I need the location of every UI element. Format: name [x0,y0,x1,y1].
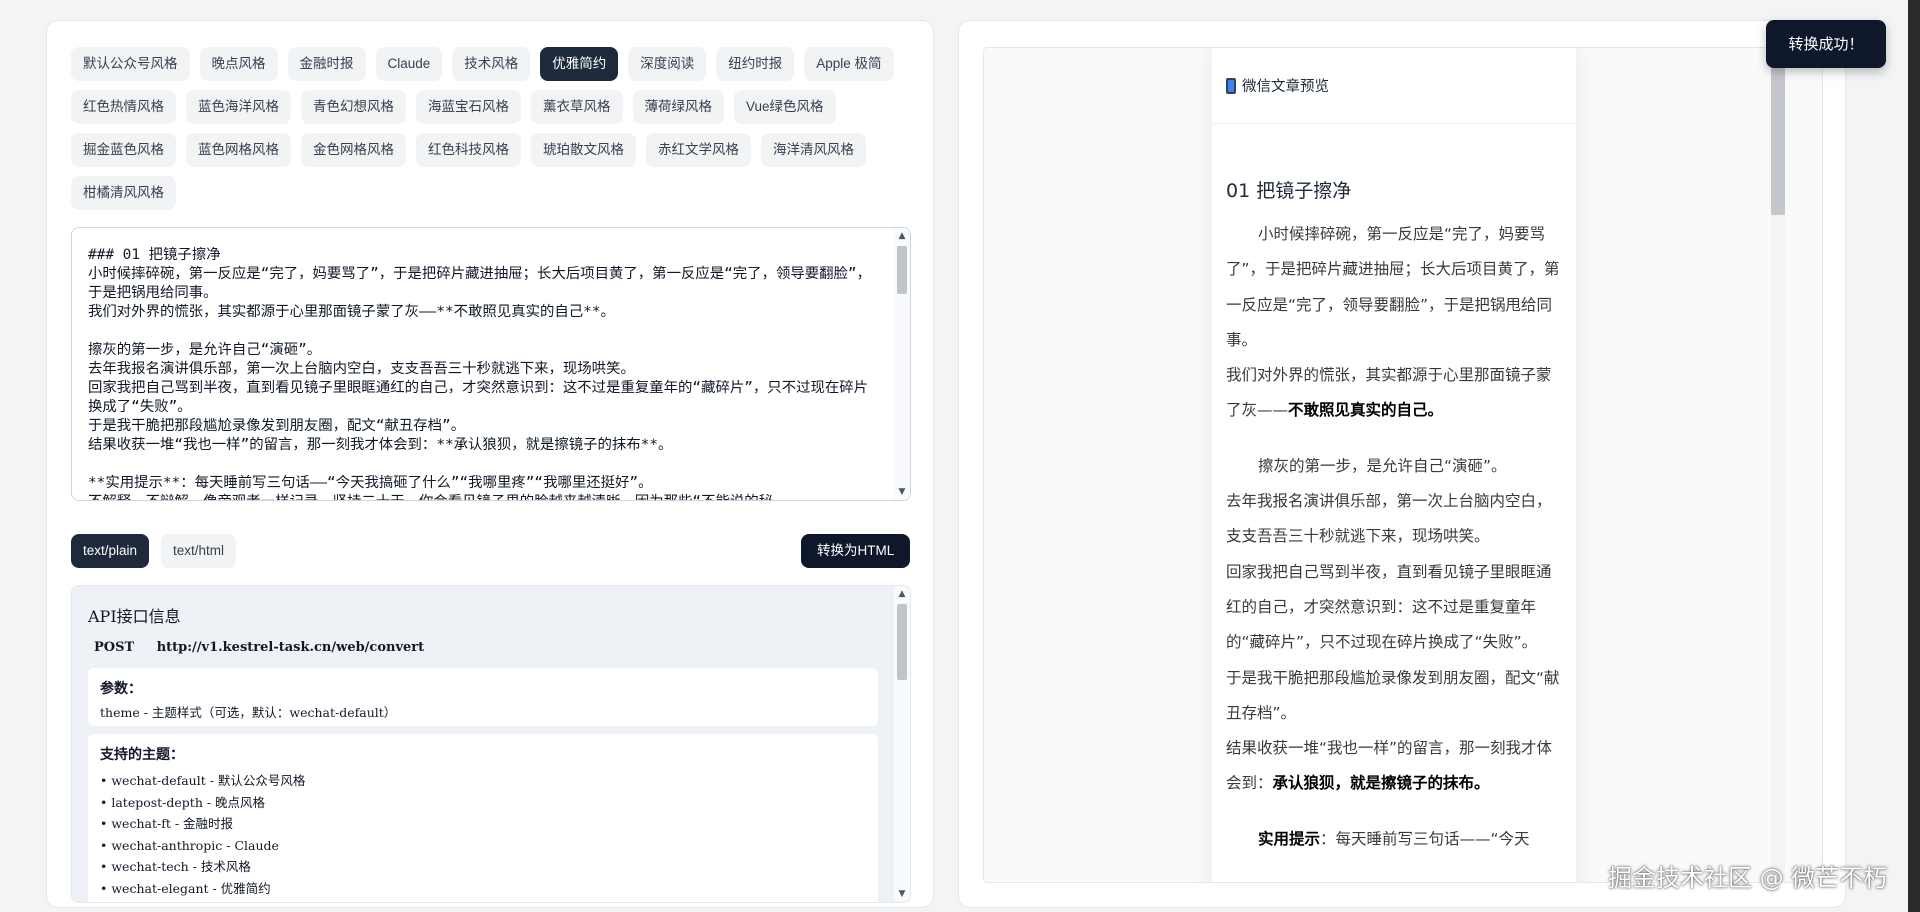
article-paragraph: 实用提示：每天睡前写三句话——“今天 [1258,829,1530,848]
article-bold: 实用提示 [1258,829,1321,848]
theme-button[interactable]: Claude [375,47,443,81]
theme-button[interactable]: 海洋清风风格 [761,133,866,167]
phone-icon [1226,77,1236,94]
theme-button[interactable]: 纽约时报 [716,47,795,81]
supported-theme-item: • wechat-default - 默认公众号风格 [100,773,306,788]
theme-button[interactable]: 深度阅读 [628,47,707,81]
theme-button[interactable]: 金融时报 [287,47,366,81]
theme-button[interactable]: 晚点风格 [199,47,278,81]
scroll-up-icon[interactable]: ▲ [894,586,910,602]
article-paragraph: 我们对外界的慌张，其实都源于心里那面镜子蒙了灰——不敢照见真实的自己。 [1226,366,1552,420]
wechat-preview: 微信文章预览 01 把镜子擦净 小时候摔碎碗，第一反应是“完了，妈要骂了”，于是… [1212,48,1576,882]
theme-button[interactable]: 默认公众号风格 [71,47,190,81]
format-html-button[interactable]: text/html [161,534,237,568]
theme-button[interactable]: 红色科技风格 [416,133,521,167]
convert-to-html-button[interactable]: 转换为HTML [801,534,911,568]
scroll-up-icon[interactable]: ▲ [894,228,910,244]
api-scrollbar[interactable]: ▲ ▼ [894,586,910,902]
editor-scroll-thumb[interactable] [897,246,907,294]
success-toast: 转换成功！ [1766,20,1886,68]
article-title: 01 把镜子擦净 [1226,180,1352,202]
api-themes-title: 支持的主题： [100,747,184,763]
supported-theme-item: • wechat-ft - 金融时报 [100,816,234,831]
article-body: 01 把镜子擦净 小时候摔碎碗，第一反应是“完了，妈要骂了”，于是把碎片藏进抽屉… [1212,176,1576,857]
theme-button[interactable]: 蓝色海洋风格 [186,90,291,124]
watermark: 掘金技术社区 @ 微芒不朽 [1608,864,1888,892]
api-param-row: theme - 主题样式（可选，默认：wechat-default） [100,705,397,720]
theme-button[interactable]: 海蓝宝石风格 [416,90,521,124]
api-info-panel: API接口信息 POST http://v1.kestrel-task.cn/w… [71,585,911,903]
scroll-down-icon[interactable]: ▼ [894,484,910,500]
theme-button[interactable]: 优雅简约 [540,47,619,81]
theme-button[interactable]: 薄荷绿风格 [632,90,724,124]
editor-content[interactable]: ### 01 把镜子擦净 小时候摔碎碗，第一反应是“完了，妈要骂了”，于是把碎片… [88,246,876,500]
theme-button[interactable]: 薰衣草风格 [531,90,623,124]
api-scroll-thumb[interactable] [897,604,907,680]
api-url: http://v1.kestrel-task.cn/web/convert [156,640,425,655]
api-endpoint: POST http://v1.kestrel-task.cn/web/conve… [94,640,424,655]
scroll-down-icon[interactable]: ▼ [894,886,910,902]
app-page: 默认公众号风格 晚点风格 金融时报 Claude 技术风格 优雅简约 深度阅读 纽约时报 App… [0,0,1920,912]
article-paragraph: 于是我干脆把那段尴尬录像发到朋友圈，配文“献丑存档”。 [1226,668,1560,722]
api-params-card: 参数： theme - 主题样式（可选，默认：wechat-default） [88,668,878,726]
editor-panel: 默认公众号风格 晚点风格 金融时报 Claude 技术风格 优雅简约 深度阅读 纽约时报 App… [46,20,934,908]
preview-scrollbar[interactable] [1771,47,1785,883]
preview-header-label: 微信文章预览 [1242,79,1329,95]
article-bold: 承认狼狈，就是擦镜子的抹布。 [1272,774,1490,793]
article-paragraph: 擦灰的第一步，是允许自己“演砸”。 [1258,456,1507,475]
theme-button[interactable]: 技术风格 [452,47,531,81]
preview-frame[interactable]: 微信文章预览 01 把镜子擦净 小时候摔碎碗，第一反应是“完了，妈要骂了”，于是… [983,47,1823,883]
article-paragraph: 去年我报名演讲俱乐部，第一次上台脑内空白，支支吾吾三十秒就逃下来，现场哄笑。 [1226,492,1552,546]
preview-header: 微信文章预览 [1212,48,1576,124]
theme-button[interactable]: 青色幻想风格 [301,90,406,124]
theme-button[interactable]: 掘金蓝色风格 [71,133,176,167]
api-title: API接口信息 [88,607,181,626]
supported-theme-item: • wechat-elegant - 优雅简约 [100,880,271,896]
theme-button[interactable]: 琥珀散文风格 [531,133,636,167]
theme-button[interactable]: Apple 极简 [804,47,894,81]
api-params-title: 参数： [100,681,142,697]
preview-panel: 微信文章预览 01 把镜子擦净 小时候摔碎碗，第一反应是“完了，妈要骂了”，于是… [958,20,1846,908]
theme-button[interactable]: 红色热情风格 [71,90,176,124]
window-edge [1908,0,1920,912]
markdown-editor[interactable]: ### 01 把镜子擦净 小时候摔碎碗，第一反应是“完了，妈要骂了”，于是把碎片… [71,227,911,501]
theme-button[interactable]: Vue绿色风格 [734,90,836,124]
editor-scrollbar[interactable]: ▲ ▼ [894,228,910,500]
theme-button[interactable]: 赤红文学风格 [646,133,751,167]
api-themes-card: 支持的主题： • wechat-default - 默认公众号风格 • latep… [88,734,878,902]
theme-selector: 默认公众号风格 晚点风格 金融时报 Claude 技术风格 优雅简约 深度阅读 纽约时报 App… [71,47,911,210]
theme-button[interactable]: 柑橘清风风格 [71,176,176,210]
theme-button[interactable]: 金色网格风格 [301,133,406,167]
article-paragraph: 回家我把自己骂到半夜，直到看见镜子里眼眶通红的自己，才突然意识到：这不过是重复童… [1226,562,1552,652]
supported-themes-list: • wechat-default - 默认公众号风格 • latepost-dep… [100,770,866,899]
supported-theme-item: • wechat-anthropic - Claude [100,837,279,853]
preview-scroll-thumb[interactable] [1771,47,1785,215]
supported-theme-item: • wechat-tech - 技术风格 [100,859,251,874]
article-paragraph: 小时候摔碎碗，第一反应是“完了，妈要骂了”，于是把碎片藏进抽屉；长大后项目黄了，… [1226,225,1560,349]
format-plain-button[interactable]: text/plain [71,534,150,568]
article-bold: 不敢照见真实的自己。 [1288,401,1444,420]
article-paragraph: 结果收获一堆“我也一样”的留言，那一刻我才体会到：承认狼狈，就是擦镜子的抹布。 [1226,739,1553,793]
api-method: POST [94,640,135,655]
theme-button[interactable]: 蓝色网格风格 [186,133,291,167]
supported-theme-item: • latepost-depth - 晚点风格 [100,794,266,810]
